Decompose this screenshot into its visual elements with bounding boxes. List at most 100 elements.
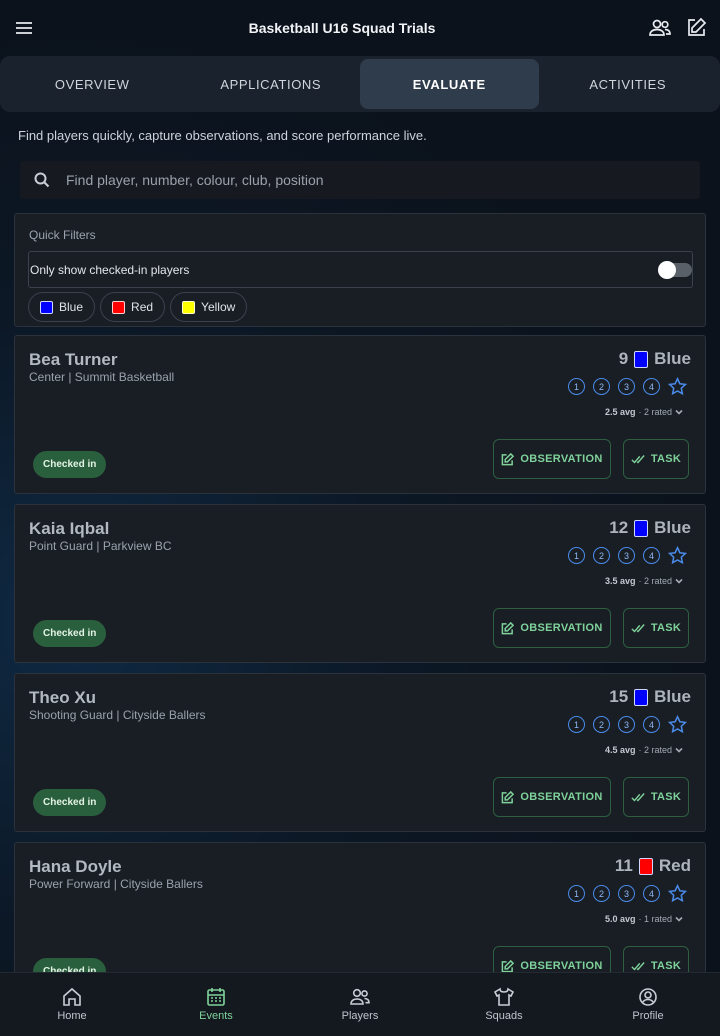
task-button[interactable]: TASK: [623, 777, 689, 817]
observation-button[interactable]: OBSERVATION: [493, 608, 611, 648]
checked-in-toggle-row[interactable]: Only show checked-in players: [28, 251, 693, 288]
average-score: 4.5 avg: [604, 745, 636, 755]
color-swatch: [40, 300, 53, 314]
team-name: Blue: [654, 687, 691, 706]
player-number: 12: [609, 518, 629, 537]
nav-profile[interactable]: Profile: [576, 973, 720, 1036]
player-name: Hana Doyle: [29, 857, 122, 876]
chevron-down-icon: [675, 915, 683, 923]
double-check-icon: [631, 455, 645, 464]
player-name: Bea Turner: [29, 350, 118, 369]
rating-button[interactable]: 4: [643, 378, 660, 395]
edit-note-icon: [502, 452, 515, 465]
team-name: Blue: [654, 349, 691, 368]
bottom-nav: Home Events Players Squads Profile: [0, 972, 720, 1036]
observation-button[interactable]: OBSERVATION: [493, 777, 611, 817]
player-info: Point Guard | Parkview BC: [29, 539, 172, 553]
rating-button[interactable]: 1: [568, 716, 585, 733]
star-icon[interactable]: [667, 714, 688, 734]
star-icon[interactable]: [667, 545, 688, 565]
average-score: 3.5 avg: [604, 576, 636, 586]
nav-home[interactable]: Home: [0, 973, 144, 1036]
menu-icon[interactable]: [10, 14, 38, 42]
checked-in-switch[interactable]: [658, 260, 692, 279]
rating-button[interactable]: 1: [568, 547, 585, 564]
edit-note-icon: [502, 621, 515, 634]
rating-button[interactable]: 3: [618, 885, 635, 902]
color-swatch: [182, 300, 196, 314]
nav-players[interactable]: Players: [288, 973, 432, 1036]
filter-chip-red[interactable]: Red: [100, 292, 166, 322]
rating-button[interactable]: 4: [643, 885, 660, 902]
task-button[interactable]: TASK: [623, 608, 689, 648]
top-bar: Basketball U16 Squad Trials: [0, 0, 720, 56]
group-icon[interactable]: [646, 14, 674, 42]
tab-overview[interactable]: OVERVIEW: [3, 59, 182, 109]
task-button[interactable]: TASK: [623, 439, 689, 479]
rating-button[interactable]: 3: [618, 716, 635, 733]
player-team: 9 Blue: [619, 349, 691, 369]
team-color-swatch: [634, 519, 649, 537]
rating-summary[interactable]: 5.0 avg · 1 rated: [605, 914, 683, 924]
rating-summary[interactable]: 2.5 avg · 2 rated: [605, 407, 683, 417]
rating-button[interactable]: 3: [618, 547, 635, 564]
search-bar: [20, 161, 700, 199]
rating-row: 1234: [568, 883, 688, 903]
team-color-swatch: [638, 857, 653, 875]
rating-button[interactable]: 4: [643, 716, 660, 733]
player-card[interactable]: Bea Turner Center | Summit Basketball 9 …: [14, 335, 706, 494]
tab-activities[interactable]: ACTIVITIES: [539, 59, 718, 109]
rating-button[interactable]: 2: [593, 378, 610, 395]
player-team: 11 Red: [615, 856, 691, 876]
search-input[interactable]: [66, 172, 666, 188]
player-number: 11: [614, 856, 633, 875]
edit-icon[interactable]: [682, 14, 710, 42]
filter-chip-yellow[interactable]: Yellow: [170, 292, 248, 322]
calendar-icon: [207, 988, 225, 1006]
rated-count: · 2 rated: [638, 745, 672, 755]
rated-count: · 2 rated: [638, 407, 672, 417]
rating-button[interactable]: 4: [643, 547, 660, 564]
status-badge: Checked in: [33, 620, 107, 647]
quick-filters: Quick Filters Only show checked-in playe…: [14, 213, 706, 327]
double-check-icon: [631, 624, 645, 633]
page-description: Find players quickly, capture observatio…: [18, 128, 427, 143]
nav-squads[interactable]: Squads: [432, 973, 576, 1036]
tab-evaluate[interactable]: EVALUATE: [360, 59, 539, 109]
page-title: Basketball U16 Squad Trials: [248, 20, 436, 36]
player-card[interactable]: Kaia Iqbal Point Guard | Parkview BC 12 …: [14, 504, 706, 663]
player-number: 15: [609, 687, 629, 706]
rated-count: · 2 rated: [638, 576, 672, 586]
star-icon[interactable]: [667, 376, 688, 396]
rating-row: 1234: [568, 714, 688, 734]
average-score: 5.0 avg: [604, 914, 636, 924]
tab-applications[interactable]: APPLICATIONS: [182, 59, 361, 109]
tab-bar: OVERVIEW APPLICATIONS EVALUATE ACTIVITIE…: [0, 56, 720, 112]
player-team: 15 Blue: [609, 687, 691, 707]
filter-chip-blue[interactable]: Blue: [28, 292, 96, 322]
player-name: Kaia Iqbal: [29, 519, 110, 538]
star-icon[interactable]: [667, 883, 688, 903]
player-info: Shooting Guard | Cityside Ballers: [29, 708, 206, 722]
rating-button[interactable]: 3: [618, 378, 635, 395]
rating-button[interactable]: 1: [568, 885, 585, 902]
player-card[interactable]: Theo Xu Shooting Guard | Cityside Baller…: [14, 673, 706, 832]
observation-button[interactable]: OBSERVATION: [493, 439, 611, 479]
team-color-swatch: [634, 688, 649, 706]
nav-events[interactable]: Events: [144, 973, 288, 1036]
average-score: 2.5 avg: [604, 407, 636, 417]
checked-in-toggle-label: Only show checked-in players: [30, 262, 190, 277]
player-number: 9: [618, 349, 629, 368]
double-check-icon: [631, 962, 645, 971]
chevron-down-icon: [675, 746, 683, 754]
rating-button[interactable]: 2: [593, 885, 610, 902]
rating-summary[interactable]: 3.5 avg · 2 rated: [605, 576, 683, 586]
rating-button[interactable]: 2: [593, 716, 610, 733]
rating-button[interactable]: 2: [593, 547, 610, 564]
team-name: Blue: [654, 518, 691, 537]
edit-note-icon: [502, 790, 515, 803]
rating-button[interactable]: 1: [568, 378, 585, 395]
edit-note-icon: [502, 959, 515, 972]
player-name: Theo Xu: [29, 688, 97, 707]
rating-summary[interactable]: 4.5 avg · 2 rated: [605, 745, 683, 755]
